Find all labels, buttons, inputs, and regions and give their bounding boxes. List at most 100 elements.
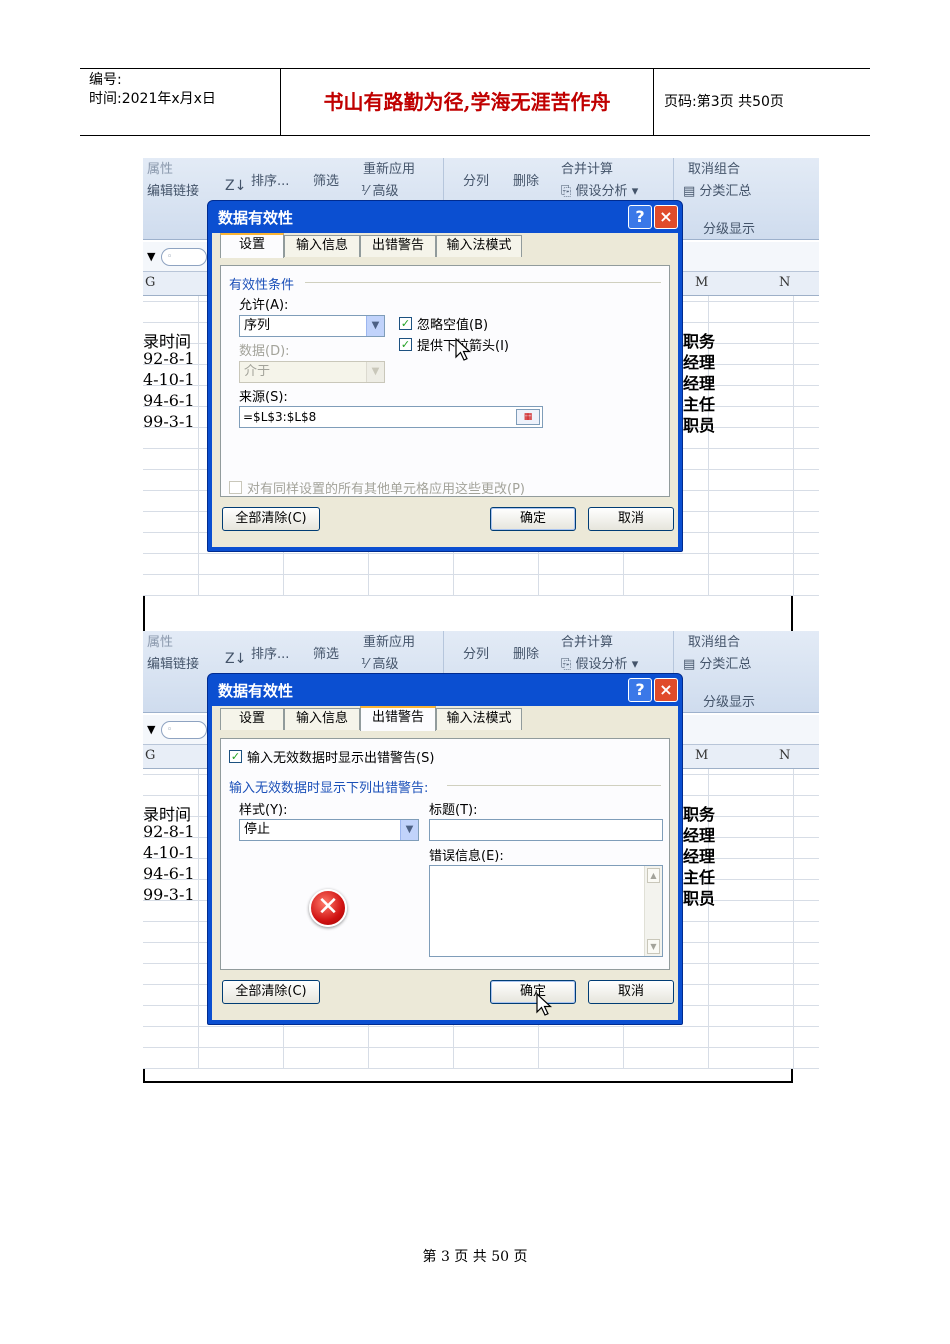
ribbon-reapply[interactable]: 重新应用 (363, 631, 415, 650)
ribbon-filter[interactable]: 筛选 (313, 643, 339, 662)
sort-az-icon[interactable]: Z↓ (225, 178, 246, 194)
chevron-down-icon: ▼ (366, 362, 384, 382)
error-message-textarea[interactable]: ▲ ▼ (429, 865, 663, 957)
cell-left[interactable]: 99-3-1 (143, 412, 195, 431)
namebox-dropdown-icon[interactable]: ▼ (147, 250, 155, 263)
cell-left[interactable]: 4-10-1 (143, 370, 195, 389)
in-cell-dropdown-checkbox[interactable]: ✓ (399, 338, 412, 351)
whatif-icon: ⎘ (561, 657, 576, 672)
range-select-icon[interactable]: ▦ (516, 409, 540, 425)
tab-error-alert[interactable]: 出错警告 (360, 235, 436, 257)
column-header-m[interactable]: M (695, 748, 708, 763)
tab-page-settings: 有效性条件 允许(A): 序列 ▼ ✓ 忽略空值(B) ✓ 提供下拉箭头(I) … (220, 265, 670, 497)
ribbon-merge-calc[interactable]: 合并计算 (561, 158, 613, 177)
ribbon-subtotal[interactable]: ▤ 分类汇总 (683, 180, 751, 199)
ribbon-edit-links[interactable]: 编辑链接 (147, 653, 199, 672)
show-error-checkbox[interactable]: ✓ (229, 750, 242, 763)
ribbon-filter[interactable]: 筛选 (313, 170, 339, 189)
ribbon-merge-calc[interactable]: 合并计算 (561, 631, 613, 650)
frame-edge (143, 596, 145, 632)
ok-button[interactable]: 确定 (490, 507, 576, 531)
source-label: 来源(S): (239, 390, 288, 405)
chevron-down-icon[interactable]: ▼ (366, 316, 384, 336)
cell-left[interactable]: 92-8-1 (143, 822, 195, 841)
ribbon-advanced[interactable]: ⅟ 高级 (361, 180, 399, 199)
cancel-button[interactable]: 取消 (588, 980, 674, 1004)
ribbon-edit-links[interactable]: 编辑链接 (147, 180, 199, 199)
source-input[interactable]: =$L$3:$L$8 ▦ (239, 406, 543, 428)
tab-input-message[interactable]: 输入信息 (284, 235, 360, 257)
tab-settings[interactable]: 设置 (220, 233, 284, 258)
dialog-title: 数据有效性 (218, 682, 294, 700)
ribbon-remove[interactable]: 删除 (513, 170, 539, 189)
cancel-button[interactable]: 取消 (588, 507, 674, 531)
section-divider (447, 785, 661, 786)
page-header-table: 编号: 时间:2021年x月x日 书山有路勤为径,学海无涯苦作舟 页码:第3页 … (80, 68, 870, 136)
ribbon-reapply[interactable]: 重新应用 (363, 158, 415, 177)
ribbon-remove[interactable]: 删除 (513, 643, 539, 662)
show-error-label: 输入无效数据时显示出错警告(S) (247, 751, 435, 766)
style-select[interactable]: 停止 ▼ (239, 819, 419, 841)
ribbon-whatif[interactable]: ⎘ 假设分析 ▾ (561, 653, 638, 672)
tab-page-error-alert: ✓ 输入无效数据时显示出错警告(S) 输入无效数据时显示下列出错警告: 样式(Y… (220, 738, 670, 970)
tab-ime-mode[interactable]: 输入法模式 (436, 235, 522, 257)
cell-left[interactable]: 92-8-1 (143, 349, 195, 368)
ribbon-ungroup[interactable]: 取消组合 (688, 158, 740, 177)
tab-input-message[interactable]: 输入信息 (284, 708, 360, 730)
advanced-filter-icon: ⅟ (361, 657, 373, 672)
tab-error-alert[interactable]: 出错警告 (360, 706, 436, 731)
ignore-blank-checkbox[interactable]: ✓ (399, 317, 412, 330)
header-page-info: 页码:第3页 共50页 (664, 94, 784, 110)
cell-left[interactable]: 99-3-1 (143, 885, 195, 904)
ribbon-advanced[interactable]: ⅟ 高级 (361, 653, 399, 672)
cell-left[interactable]: 94-6-1 (143, 864, 195, 883)
dialog-title: 数据有效性 (218, 209, 294, 227)
ribbon-whatif[interactable]: ⎘ 假设分析 ▾ (561, 180, 638, 199)
data-value: 介于 (244, 364, 271, 379)
column-header-g[interactable]: G (145, 748, 155, 763)
chevron-down-icon[interactable]: ▼ (400, 820, 418, 840)
scroll-down-icon[interactable]: ▼ (647, 939, 660, 954)
ribbon-sort[interactable]: 排序... (251, 170, 289, 189)
cell-left[interactable]: 94-6-1 (143, 391, 195, 410)
allow-select[interactable]: 序列 ▼ (239, 315, 385, 337)
apply-all-checkbox (229, 481, 242, 494)
column-header-g[interactable]: G (145, 275, 155, 290)
clear-all-button[interactable]: 全部清除(C) (222, 980, 320, 1004)
column-header-n[interactable]: N (779, 275, 790, 290)
cell-left[interactable]: 4-10-1 (143, 843, 195, 862)
ribbon-split[interactable]: 分列 (463, 643, 489, 662)
ribbon-sort[interactable]: 排序... (251, 643, 289, 662)
cell-right[interactable]: 职员 (683, 885, 715, 909)
style-value: 停止 (244, 822, 271, 837)
clear-all-button[interactable]: 全部清除(C) (222, 507, 320, 531)
tab-settings[interactable]: 设置 (220, 708, 284, 730)
ribbon-subtotal[interactable]: ▤ 分类汇总 (683, 653, 751, 672)
data-label: 数据(D): (239, 344, 290, 359)
ribbon-faint-label: 属性 (147, 635, 174, 650)
ribbon-split[interactable]: 分列 (463, 170, 489, 189)
sort-az-icon[interactable]: Z↓ (225, 651, 246, 667)
allow-label: 允许(A): (239, 298, 289, 313)
namebox-dropdown-icon[interactable]: ▼ (147, 723, 155, 736)
column-header-m[interactable]: M (695, 275, 708, 290)
ok-button[interactable]: 确定 (490, 980, 576, 1004)
help-icon[interactable]: ? (628, 678, 652, 702)
section-divider (305, 282, 661, 283)
page-footer: 第 3 页 共 50 页 (422, 1249, 528, 1265)
column-header-n[interactable]: N (779, 748, 790, 763)
close-icon[interactable]: × (654, 205, 678, 229)
close-icon[interactable]: × (654, 678, 678, 702)
formula-pill[interactable]: ◦ (161, 721, 207, 739)
title-input[interactable] (429, 819, 663, 841)
tab-ime-mode[interactable]: 输入法模式 (436, 708, 522, 730)
help-icon[interactable]: ? (628, 205, 652, 229)
scrollbar[interactable]: ▲ ▼ (644, 866, 662, 956)
ignore-blank-label: 忽略空值(B) (417, 318, 489, 333)
formula-pill[interactable]: ◦ (161, 248, 207, 266)
cell-right[interactable]: 职员 (683, 412, 715, 436)
ribbon-ungroup[interactable]: 取消组合 (688, 631, 740, 650)
scroll-up-icon[interactable]: ▲ (647, 868, 660, 883)
data-select: 介于 ▼ (239, 361, 385, 383)
dialog-body: 设置 输入信息 出错警告 输入法模式 ✓ 输入无效数据时显示出错警告(S) 输入… (212, 706, 678, 1020)
